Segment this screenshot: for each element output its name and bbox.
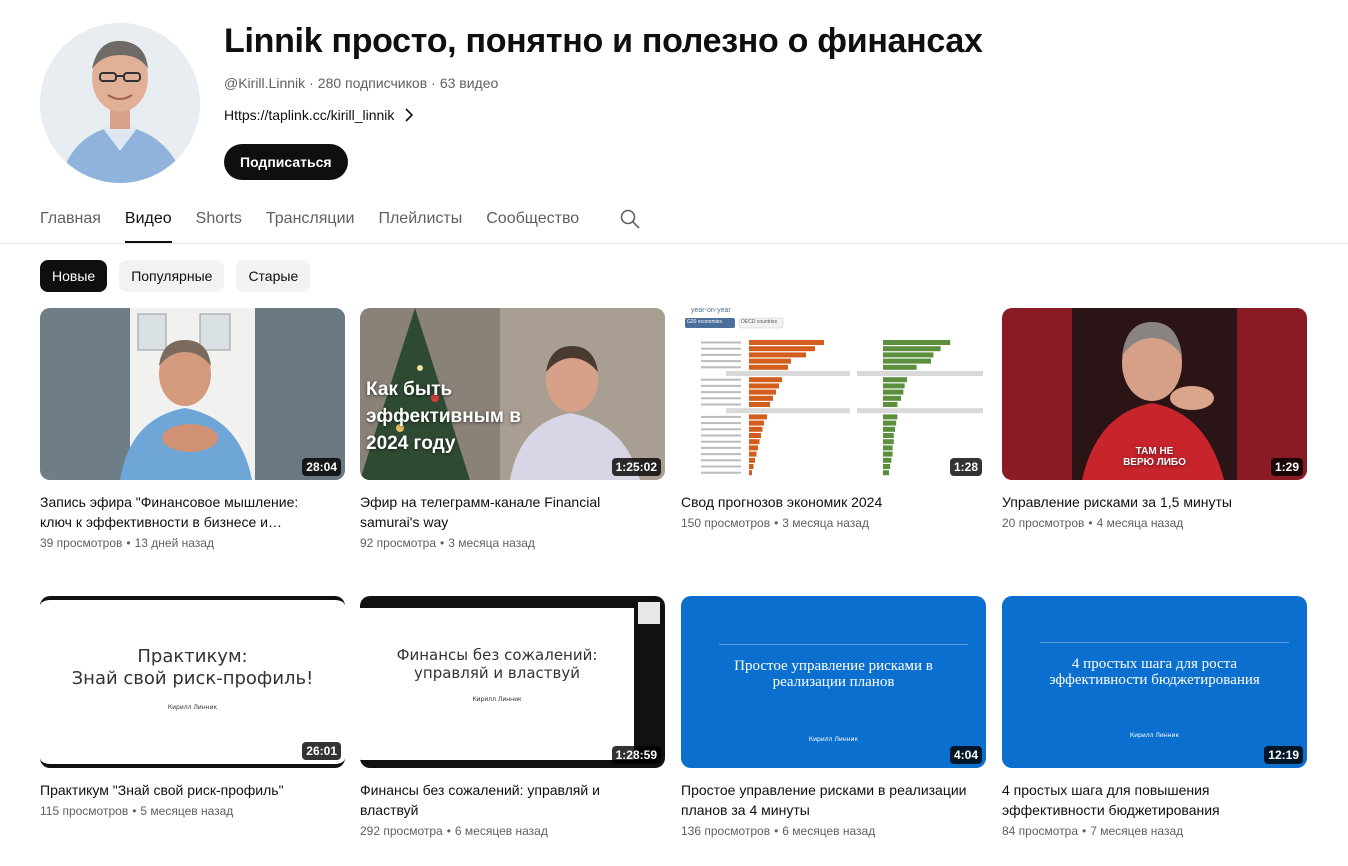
video-title[interactable]: Управление рисками за 1,5 минуты [1002,492,1307,512]
tab-live[interactable]: Трансляции [266,196,355,243]
video-duration: 1:29 [1270,458,1303,476]
tab-videos[interactable]: Видео [124,196,172,243]
video-thumbnail[interactable]: ТАМ НЕ ВЕРЮ ЛИБО 1:29 [1002,308,1307,480]
video-meta: 92 просмотра • 3 месяца назад [360,536,535,550]
video-title[interactable]: Свод прогнозов экономик 2024 [681,492,986,512]
video-meta: 136 просмотров • 6 месяцев назад [681,824,876,838]
video-age: 3 месяца назад [782,516,869,530]
thumbnail-slide-title: Практикум: Знай свой риск-профиль! [71,646,314,689]
video-meta: 150 просмотров • 3 месяца назад [681,516,869,530]
video-duration: 1:25:02 [611,458,661,476]
subscribe-button[interactable]: Подписаться [224,144,348,180]
video-views: 150 просмотров [681,516,771,530]
video-meta: 20 просмотров • 4 месяца назад [1002,516,1184,530]
video-views: 136 просмотров [681,824,771,838]
thumbnail-author: Кирилл Линник [472,696,522,703]
channel-link-text[interactable]: Https://taplink.cc/kirill_linnik [224,107,394,123]
video-thumbnail[interactable]: Простое управление рисками в реализации … [681,596,986,768]
subscriber-count: 280 подписчиков [317,75,428,91]
video-views: 92 просмотра [360,536,437,550]
video-card[interactable]: 4 простых шага для роста эффективности б… [1002,596,1307,838]
video-age: 6 месяцев назад [454,824,548,838]
video-age: 5 месяцев назад [140,804,234,818]
channel-handle: @Kirill.Linnik [224,75,306,91]
video-thumbnail[interactable]: Как быть эффективным в 2024 году 1:25:02 [360,308,665,480]
thumbnail-label: year-on-year [691,308,731,314]
video-thumbnail[interactable]: 4 простых шага для роста эффективности б… [1002,596,1307,768]
video-views: 115 просмотров [40,804,129,818]
thumbnail-slide-title: Финансы без сожалений: управляй и властв… [396,646,598,682]
video-title[interactable]: Финансы без сожалений: управляй и властв… [360,780,665,820]
video-thumbnail[interactable]: year-on-year G20 economies OECD countrie… [681,308,986,480]
channel-avatar[interactable] [40,23,200,183]
video-views: 39 просмотров [40,536,123,550]
video-duration: 12:19 [1264,746,1303,764]
video-age: 13 дней назад [134,536,214,550]
video-meta: 292 просмотра • 6 месяцев назад [360,824,548,838]
video-card[interactable]: Практикум: Знай свой риск-профиль! Кирил… [40,596,345,818]
video-title[interactable]: Запись эфира "Финансовое мышление: ключ … [40,492,345,532]
video-duration: 1:28:59 [611,746,661,764]
video-card[interactable]: year-on-year G20 economies OECD countrie… [681,308,986,530]
video-title[interactable]: Практикум "Знай свой риск-профиль" [40,780,345,800]
tab-home[interactable]: Главная [40,196,101,243]
tab-shorts[interactable]: Shorts [196,196,242,243]
video-duration: 1:28 [949,458,982,476]
video-thumbnail[interactable]: 28:04 [40,308,345,480]
thumbnail-author: Кирилл Линник [167,704,218,711]
webcam-preview [638,602,660,624]
video-views: 20 просмотров [1002,516,1085,530]
video-count: 63 видео [439,75,499,91]
thumbnail-author: Кирилл Линник [808,736,859,743]
thumbnail-tab: OECD countries [741,319,778,325]
video-meta: 115 просмотров • 5 месяцев назад [40,804,234,818]
thumbnail-tab: G20 economies [687,319,723,325]
video-title[interactable]: Простое управление рисками в реализации … [681,780,986,820]
chip-popular[interactable]: Популярные [119,260,225,292]
chip-oldest[interactable]: Старые [236,260,311,292]
video-age: 4 месяца назад [1096,516,1184,530]
video-card[interactable]: Простое управление рисками в реализации … [681,596,986,838]
video-meta: 84 просмотра • 7 месяцев назад [1002,824,1184,838]
video-card[interactable]: Финансы без сожалений: управляй и властв… [360,596,665,838]
video-title[interactable]: Эфир на телеграмм-канале Financial samur… [360,492,665,532]
thumbnail-author: Кирилл Линник [1129,732,1180,739]
sort-chips: Новые Популярные Старые [40,260,311,292]
video-title[interactable]: 4 простых шага для повышения эффективнос… [1002,780,1307,820]
channel-title: Linnik просто, понятно и полезно о финан… [224,22,983,60]
search-icon[interactable] [619,208,641,230]
tabs-divider [0,243,1348,244]
video-age: 3 месяца назад [448,536,535,550]
video-card[interactable]: 28:04 Запись эфира "Финансовое мышление:… [40,308,345,550]
thumbnail-slide-title: 4 простых шага для роста эффективности б… [1049,656,1260,688]
channel-meta: @Kirill.Linnik · 280 подписчиков · 63 видео [224,75,499,91]
video-duration: 4:04 [949,746,982,764]
video-duration: 28:04 [302,458,341,476]
thumbnail-overlay-text: ТАМ НЕ ВЕРЮ ЛИБО [1123,446,1186,468]
chip-newest[interactable]: Новые [40,260,108,292]
video-duration: 26:01 [302,742,341,760]
video-card[interactable]: ТАМ НЕ ВЕРЮ ЛИБО 1:29 Управление рисками… [1002,308,1307,530]
video-thumbnail[interactable]: Финансы без сожалений: управляй и властв… [360,596,665,768]
channel-link[interactable]: Https://taplink.cc/kirill_linnik [224,107,414,123]
video-age: 7 месяцев назад [1090,824,1184,838]
chevron-right-icon[interactable] [404,108,414,122]
video-meta: 39 просмотров • 13 дней назад [40,536,214,550]
tab-playlists[interactable]: Плейлисты [378,196,462,243]
video-card[interactable]: Как быть эффективным в 2024 году 1:25:02… [360,308,665,550]
thumbnail-overlay-text: Как быть эффективным в 2024 году [366,379,521,454]
video-age: 6 месяцев назад [782,824,876,838]
video-thumbnail[interactable]: Практикум: Знай свой риск-профиль! Кирил… [40,596,345,768]
tab-community[interactable]: Сообщество [486,196,579,243]
video-views: 84 просмотра [1002,824,1079,838]
channel-tabs: Главная Видео Shorts Трансляции Плейлист… [40,196,579,243]
video-views: 292 просмотра [360,824,443,838]
thumbnail-slide-title: Простое управление рисками в реализации … [734,658,933,690]
